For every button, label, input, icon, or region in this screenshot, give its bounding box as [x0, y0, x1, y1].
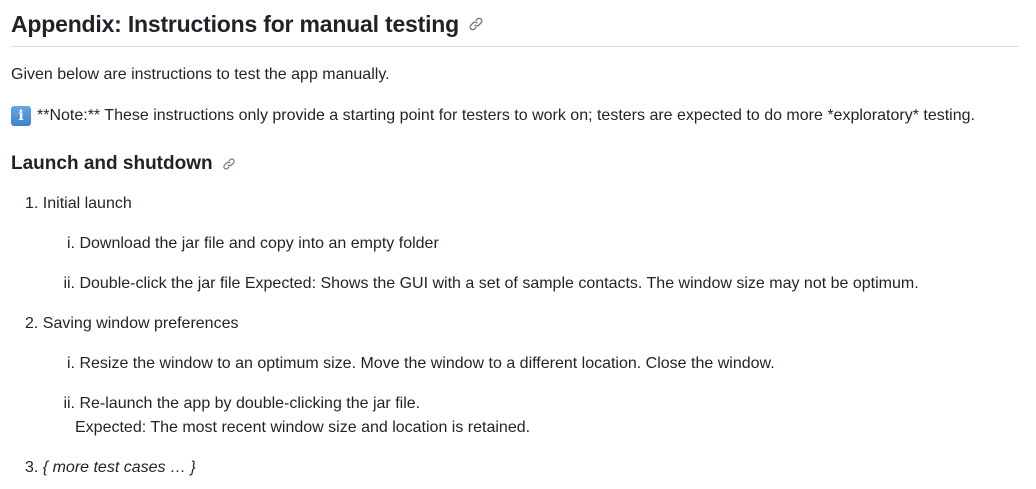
list-item-text: { more test cases … } [42, 459, 196, 476]
section-anchor-link-icon[interactable] [222, 157, 236, 171]
page-title-text: Appendix: Instructions for manual testin… [11, 10, 459, 37]
sub-list-item-text: Download the jar file and copy into an e… [79, 235, 439, 252]
sub-list-item-text: Resize the window to an optimum size. Mo… [79, 355, 775, 372]
list-item: 2. Saving window preferences [25, 315, 238, 333]
note-text: **Note:** These instructions only provid… [37, 107, 975, 124]
list-item-text: Initial launch [42, 195, 132, 212]
info-icon: i [11, 106, 31, 126]
sub-list-item-text: Re-launch the app by double-clicking the… [79, 395, 421, 412]
sub-list-item-continuation: Expected: The most recent window size an… [75, 419, 531, 436]
sub-list-item: ii. Re-launch the app by double-clicking… [59, 395, 420, 413]
section-heading: Launch and shutdown [11, 152, 236, 176]
sub-list-item: ii. Double-click the jar file Expected: … [59, 275, 919, 293]
list-marker: 2. [25, 315, 39, 332]
sub-list-marker: i. [67, 355, 75, 372]
list-marker: 1. [25, 195, 39, 212]
note-paragraph: i **Note:** These instructions only prov… [11, 106, 975, 126]
list-item-text: Saving window preferences [42, 315, 239, 332]
sub-list-item-text: Double-click the jar file Expected: Show… [79, 275, 919, 292]
intro-paragraph: Given below are instructions to test the… [11, 66, 390, 83]
sub-list-marker: i. [67, 235, 75, 252]
list-item: 3. { more test cases … } [25, 459, 196, 477]
list-marker: 3. [25, 459, 39, 476]
heading-divider [11, 46, 1019, 47]
heading-anchor-link-icon[interactable] [468, 16, 484, 32]
section-heading-text: Launch and shutdown [11, 153, 213, 174]
sub-list-item: i. Resize the window to an optimum size.… [62, 355, 775, 373]
sub-list-marker: ii. [63, 395, 75, 412]
list-item: 1. Initial launch [25, 195, 132, 213]
sub-list-item: i. Download the jar file and copy into a… [62, 235, 439, 253]
sub-list-marker: ii. [63, 275, 75, 292]
page-title: Appendix: Instructions for manual testin… [11, 8, 484, 40]
